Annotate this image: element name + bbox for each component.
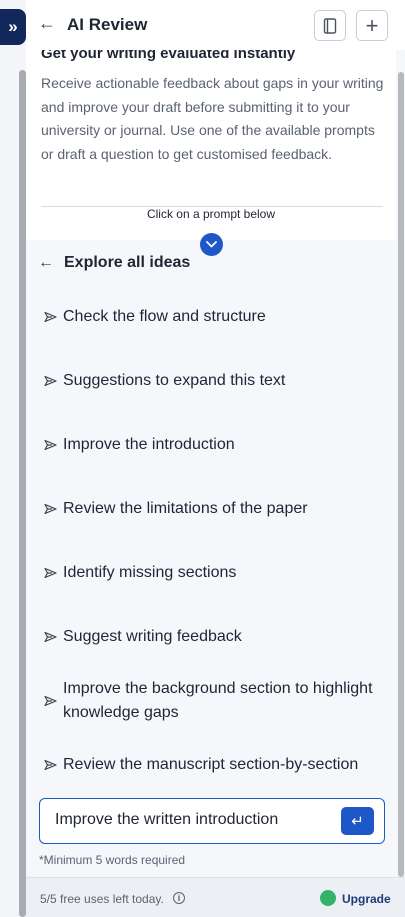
idea-label: Suggestions to expand this text [63,372,286,389]
panel-header: ← AI Review + [26,0,405,50]
send-arrow-icon [44,503,57,515]
upgrade-link[interactable]: Upgrade [342,892,391,906]
ai-review-panel: ← AI Review + Get your writing evaluated… [26,0,405,917]
idea-label: Improve the background section to highli… [63,680,373,721]
info-icon[interactable]: i [173,892,185,904]
send-button[interactable]: ↵ [341,807,374,835]
page-title: AI Review [67,15,148,34]
idea-item[interactable]: Improve the introduction [38,433,383,457]
idea-label: Suggest writing feedback [63,628,242,645]
idea-item[interactable]: Identify missing sections [38,561,383,585]
prompt-input[interactable] [55,811,325,829]
arrow-left-icon: ← [38,254,54,271]
idea-item[interactable]: Review the limitations of the paper [38,497,383,521]
upgrade-icon [320,890,336,906]
double-chevron-right-icon: » [8,17,18,36]
footer-bar: 5/5 free uses left today. i Upgrade [26,877,405,917]
idea-label: Review the limitations of the paper [63,500,308,517]
idea-item[interactable]: Suggest writing feedback [38,625,383,649]
idea-item[interactable]: Improve the background section to highli… [38,677,383,725]
idea-label: Improve the introduction [63,436,235,453]
scroll-down-button[interactable] [200,233,223,256]
idea-label: Identify missing sections [63,564,237,581]
min-words-note: *Minimum 5 words required [39,853,186,867]
intro-description: Receive actionable feedback about gaps i… [41,75,384,162]
free-uses-counter: 5/5 free uses left today. [40,892,164,906]
send-arrow-icon [44,311,57,323]
notebook-icon [323,17,337,34]
new-chat-button[interactable]: + [356,10,388,41]
intro-heading: Get your writing evaluated instantly [41,50,296,62]
idea-item[interactable]: Check the flow and structure [38,305,383,329]
arrow-left-icon[interactable]: ← [38,13,56,34]
left-rail [19,70,26,917]
idea-label: Check the flow and structure [63,308,266,325]
idea-item[interactable]: Review the manuscript section-by-section [38,753,383,777]
prompt-hint: Click on a prompt below [146,207,276,221]
scrollbar[interactable] [398,72,404,877]
send-arrow-icon [44,631,57,643]
send-arrow-icon [44,375,57,387]
explore-label: Explore all ideas [64,254,191,271]
explore-all-ideas[interactable]: ← Explore all ideas [38,254,190,272]
send-arrow-icon [44,439,57,451]
notes-button[interactable] [314,10,346,41]
idea-label: Review the manuscript section-by-section [63,756,359,773]
idea-item[interactable]: Suggestions to expand this text [38,369,383,393]
send-arrow-icon [44,695,57,707]
plus-icon: + [365,12,379,38]
enter-icon: ↵ [351,813,364,830]
send-arrow-icon [44,759,57,771]
chevron-down-icon [206,241,217,248]
expand-sidebar-button[interactable]: » [0,9,26,45]
prompt-input-box: ↵ [39,798,385,844]
send-arrow-icon [44,567,57,579]
